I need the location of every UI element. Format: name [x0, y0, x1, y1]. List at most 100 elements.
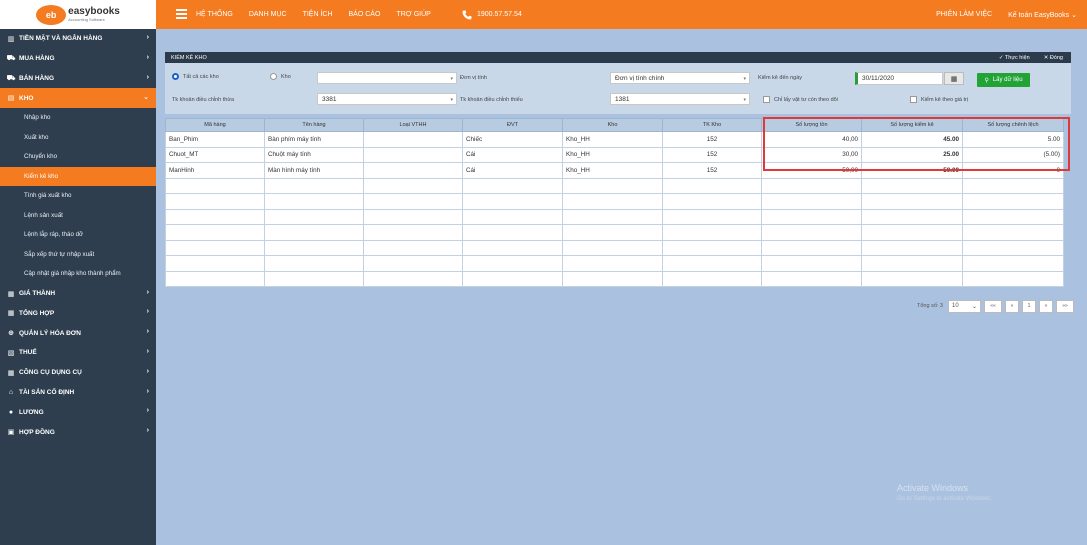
- tax-icon: ▧: [7, 349, 15, 357]
- empty-row: [165, 177, 1064, 194]
- sidebar-sub-production-order[interactable]: Lệnh sản xuất: [0, 206, 156, 226]
- cell-code: ManHinh: [165, 162, 265, 179]
- cart-icon: ⛟: [6, 55, 16, 63]
- cell-unit: Cái: [462, 162, 563, 179]
- sidebar-sub-update-price[interactable]: Cập nhật giá nhập kho thành phẩm: [0, 264, 156, 284]
- col-stock-qty[interactable]: Số lượng tồn: [761, 118, 862, 132]
- table-row[interactable]: Ban_Phim Bàn phím máy tính Chiếc Kho_HH …: [165, 131, 1064, 148]
- cell-stock-qty: 30,00: [761, 146, 862, 163]
- prev-page-button[interactable]: «: [1005, 299, 1019, 313]
- col-count-qty[interactable]: Số lượng kiểm kê: [861, 118, 963, 132]
- cell-unit: Chiếc: [462, 131, 563, 148]
- sidebar-item-cash-bank[interactable]: ▥ TIỀN MẶT VÀ NGÂN HÀNG ›: [0, 29, 156, 49]
- sidebar-item-salary[interactable]: ● LƯƠNG ›: [0, 402, 156, 422]
- menu-help[interactable]: TRỢ GIÚP: [396, 11, 430, 18]
- cell-type: [363, 146, 463, 163]
- cell-stock-qty: 40,00: [761, 131, 862, 148]
- user-menu[interactable]: Kế toán EasyBooks ⌄: [1008, 11, 1077, 19]
- sidebar-item-tax[interactable]: ▧ THUẾ ›: [0, 343, 156, 363]
- cell-account: 152: [662, 146, 762, 163]
- cell-count-qty[interactable]: 50.00: [861, 162, 963, 179]
- sidebar-sub-costing[interactable]: Tính giá xuất kho: [0, 186, 156, 206]
- sidebar-sub-sort-order[interactable]: Sắp xếp thứ tự nhập xuất: [0, 245, 156, 265]
- cell-name: Bàn phím máy tính: [264, 131, 364, 148]
- next-page-button[interactable]: »: [1039, 299, 1053, 313]
- col-item-type[interactable]: Loại VTHH: [363, 118, 463, 132]
- first-page-button[interactable]: ««: [984, 299, 1002, 313]
- col-account[interactable]: TK Kho: [662, 118, 762, 132]
- deficit-account-select[interactable]: 1381 ▾: [610, 93, 750, 105]
- menu-catalog[interactable]: DANH MỤC: [249, 11, 287, 18]
- col-item-code[interactable]: Mã hàng: [165, 118, 265, 132]
- sidebar-sub-stock-out[interactable]: Xuất kho: [0, 128, 156, 148]
- sidebar-item-cost[interactable]: ▦ GIÁ THÀNH ›: [0, 284, 156, 304]
- sidebar-item-purchase[interactable]: ⛟ MUA HÀNG ›: [0, 49, 156, 69]
- chevron-right-icon: ›: [146, 308, 149, 316]
- hamburger-icon[interactable]: [176, 9, 187, 19]
- inventory-table: Mã hàng Tên hàng Loại VTHH ĐVT Kho TK Kh…: [165, 118, 1064, 287]
- panel-title: KIỂM KÊ KHO: [171, 54, 207, 61]
- warehouse-radio[interactable]: Kho: [270, 73, 291, 80]
- date-field[interactable]: 30/11/2020: [855, 72, 943, 85]
- sidebar-sub-inventory-check[interactable]: Kiểm kê kho: [0, 166, 156, 187]
- col-diff-qty[interactable]: Số lượng chênh lệch: [962, 118, 1064, 132]
- sidebar-sub-stock-in[interactable]: Nhập kho: [0, 108, 156, 128]
- cell-diff-qty: 5.00: [962, 131, 1064, 148]
- empty-row: [165, 239, 1064, 256]
- chevron-right-icon: ›: [146, 53, 149, 61]
- sidebar-item-sales[interactable]: ⛟ BÁN HÀNG ›: [0, 69, 156, 89]
- col-unit[interactable]: ĐVT: [462, 118, 563, 132]
- surplus-account-select[interactable]: 3381 ▾: [317, 93, 457, 105]
- table-row[interactable]: ManHinh Màn hình máy tính Cái Kho_HH 152…: [165, 162, 1064, 179]
- chevron-right-icon: ›: [146, 367, 149, 375]
- only-tracked-checkbox[interactable]: Chỉ lấy vật tư còn theo dõi: [763, 96, 838, 103]
- work-session-link[interactable]: PHIÊN LÀM VIỆC: [936, 11, 992, 18]
- cell-count-qty[interactable]: 45.00: [861, 131, 963, 148]
- search-icon: ⚲: [984, 77, 989, 84]
- cell-account: 152: [662, 131, 762, 148]
- cell-diff-qty: 0: [962, 162, 1064, 179]
- page-size-select[interactable]: 10 ⌄: [948, 299, 981, 313]
- warehouse-icon: ▤: [7, 95, 15, 103]
- check-to-date-label: Kiểm kê đến ngày: [758, 75, 803, 81]
- sidebar-item-invoice[interactable]: ⊕ QUẢN LÝ HÓA ĐƠN ›: [0, 323, 156, 343]
- sidebar-item-fixed-assets[interactable]: ⌂ TÀI SẢN CỐ ĐỊNH ›: [0, 383, 156, 403]
- chevron-right-icon: ›: [146, 34, 149, 41]
- check-by-value-checkbox[interactable]: Kiểm kê theo giá trị: [910, 96, 968, 103]
- sidebar-sub-transfer[interactable]: Chuyển kho: [0, 147, 156, 167]
- col-warehouse[interactable]: Kho: [562, 118, 663, 132]
- menu-system[interactable]: HỆ THỐNG: [196, 11, 233, 18]
- cell-name: Chuột máy tính: [264, 146, 364, 163]
- chevron-down-icon: ▾: [450, 76, 453, 82]
- last-page-button[interactable]: »»: [1056, 299, 1074, 313]
- sidebar-item-tools[interactable]: ▦ CÔNG CỤ DỤNG CỤ ›: [0, 363, 156, 383]
- sidebar-item-contracts[interactable]: ▣ HỢP ĐỒNG ›: [0, 422, 156, 442]
- cell-diff-qty: (5.00): [962, 146, 1064, 163]
- menu-utilities[interactable]: TIỆN ÍCH: [303, 11, 333, 18]
- top-right: PHIÊN LÀM VIỆC Kế toán EasyBooks ⌄: [920, 0, 1077, 29]
- cart-icon: ⛟: [6, 74, 16, 82]
- cell-warehouse: Kho_HH: [562, 146, 663, 163]
- sidebar-item-general[interactable]: ▦ TỔNG HỢP ›: [0, 303, 156, 323]
- menu-reports[interactable]: BÁO CÁO: [349, 11, 381, 18]
- all-warehouses-radio[interactable]: Tất cả các kho: [172, 73, 219, 80]
- col-item-name[interactable]: Tên hàng: [264, 118, 364, 132]
- watermark-line2: Go to Settings to activate Windows.: [897, 496, 992, 502]
- warehouse-select[interactable]: ▾: [317, 72, 457, 84]
- sidebar-sub-assembly[interactable]: Lệnh lắp ráp, tháo dỡ: [0, 225, 156, 245]
- chevron-right-icon: ›: [146, 73, 149, 81]
- cell-count-qty[interactable]: 25.00: [861, 146, 963, 163]
- table-row[interactable]: Chuot_MT Chuột máy tính Cái Kho_HH 152 3…: [165, 146, 1064, 163]
- calendar-icon[interactable]: ▦: [944, 72, 964, 85]
- logo[interactable]: eb easybooks Accounting Software: [0, 0, 156, 29]
- logo-name: easybooks: [68, 6, 120, 17]
- execute-button[interactable]: ✓ Thực hiện: [999, 55, 1030, 61]
- page-number-button[interactable]: 1: [1022, 299, 1036, 313]
- close-button[interactable]: ✕ Đóng: [1044, 55, 1063, 61]
- surplus-account-label: Tk khoản điều chỉnh thừa: [172, 97, 235, 103]
- unit-select[interactable]: Đơn vị tính chính ▾: [610, 72, 750, 84]
- sidebar: ▥ TIỀN MẶT VÀ NGÂN HÀNG › ⛟ MUA HÀNG › ⛟ BÁN …: [0, 29, 156, 545]
- chevron-down-icon: ▾: [450, 97, 453, 103]
- sidebar-item-warehouse[interactable]: ▤ KHO ⌄: [0, 88, 156, 109]
- get-data-button[interactable]: ⚲ Lấy dữ liệu: [977, 73, 1030, 87]
